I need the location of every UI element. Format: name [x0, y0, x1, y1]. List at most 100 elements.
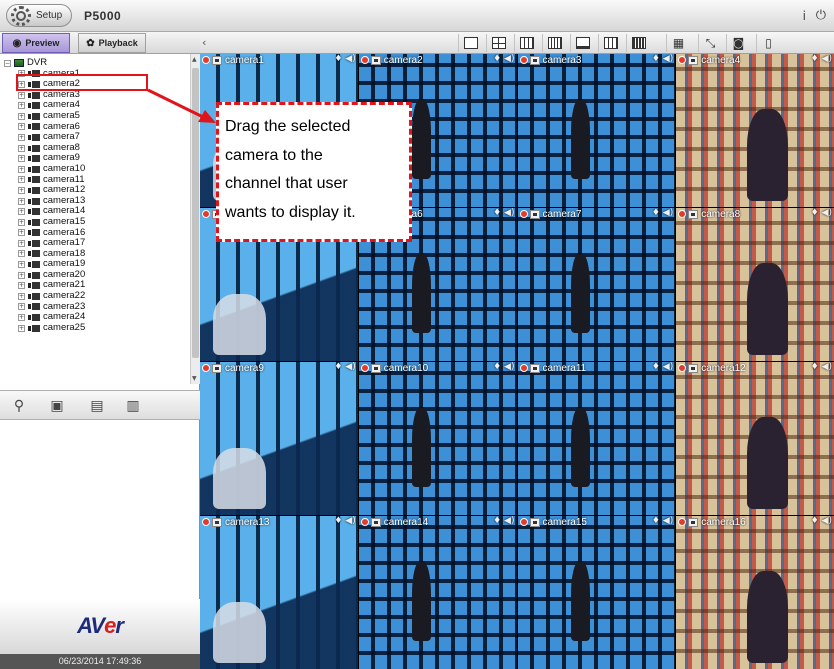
video-channel[interactable]: camera14 ♦ ◀): [358, 516, 517, 669]
audio-mic-icon[interactable]: ♦ ◀): [493, 54, 514, 64]
tree-item-camera3[interactable]: + camera3: [0, 89, 190, 101]
expand-icon[interactable]: +: [18, 186, 25, 194]
audio-mic-icon[interactable]: ♦ ◀): [652, 208, 673, 218]
fullscreen-button[interactable]: ⤡: [698, 34, 722, 52]
scroll-up-icon[interactable]: ▲: [192, 56, 197, 63]
audio-mic-icon[interactable]: ♦ ◀): [811, 208, 832, 218]
full-grid-button[interactable]: [626, 34, 650, 52]
expand-icon[interactable]: +: [18, 102, 25, 110]
expand-icon[interactable]: +: [18, 239, 25, 247]
scroll-thumb[interactable]: [192, 68, 199, 358]
tree-item-camera22[interactable]: + camera22: [0, 290, 190, 302]
scroll-down-icon[interactable]: ▼: [192, 375, 197, 382]
tree-item-camera25[interactable]: + camera25: [0, 322, 190, 334]
video-channel[interactable]: camera13 ♦ ◀): [200, 516, 358, 669]
expand-icon[interactable]: +: [18, 208, 25, 216]
tree-item-camera8[interactable]: + camera8: [0, 142, 190, 154]
ptz-button[interactable]: ⚲: [8, 395, 30, 417]
expand-icon[interactable]: +: [18, 261, 25, 269]
audio-mic-icon[interactable]: ♦ ◀): [334, 54, 355, 64]
sequence-button[interactable]: ▦: [666, 34, 690, 52]
expand-icon[interactable]: +: [18, 271, 25, 279]
tree-item-camera20[interactable]: + camera20: [0, 269, 190, 281]
tree-item-camera18[interactable]: + camera18: [0, 248, 190, 260]
expand-icon[interactable]: +: [18, 165, 25, 173]
tree-item-camera11[interactable]: + camera11: [0, 174, 190, 186]
tree-item-camera12[interactable]: + camera12: [0, 185, 190, 196]
snapshot-button[interactable]: ◙: [726, 34, 750, 52]
sixteen-layout-button[interactable]: [542, 34, 566, 52]
audio-mic-icon[interactable]: ♦ ◀): [493, 208, 514, 218]
tree-item-camera9[interactable]: + camera9: [0, 153, 190, 164]
video-channel[interactable]: camera4 ♦ ◀): [676, 54, 834, 207]
info-icon[interactable]: ⅰ: [803, 9, 806, 23]
setup-button[interactable]: Setup: [6, 4, 72, 27]
power-icon[interactable]: ⏻: [816, 8, 826, 23]
tree-item-camera14[interactable]: + camera14: [0, 206, 190, 217]
tree-item-camera13[interactable]: + camera13: [0, 195, 190, 207]
tree-item-camera21[interactable]: + camera21: [0, 280, 190, 291]
tree-item-camera5[interactable]: + camera5: [0, 110, 190, 122]
expand-icon[interactable]: +: [18, 176, 25, 184]
tab-playback[interactable]: ✿ Playback: [78, 33, 146, 53]
tree-item-camera19[interactable]: + camera19: [0, 259, 190, 270]
expand-icon[interactable]: +: [18, 282, 25, 290]
layout-13-button[interactable]: [598, 34, 622, 52]
video-channel[interactable]: camera8 ♦ ◀): [676, 208, 834, 361]
recycle-button[interactable]: ▯: [756, 34, 780, 52]
tree-root-dvr[interactable]: − DVR: [0, 57, 190, 69]
video-channel[interactable]: camera11 ♦ ◀): [517, 362, 676, 515]
video-channel[interactable]: camera9 ♦ ◀): [200, 362, 358, 515]
event-log-button[interactable]: ▥: [122, 395, 144, 417]
device-list-button[interactable]: ▤: [86, 395, 108, 417]
audio-mic-icon[interactable]: ♦ ◀): [493, 516, 514, 526]
tree-item-camera15[interactable]: + camera15: [0, 216, 190, 228]
video-channel[interactable]: camera15 ♦ ◀): [517, 516, 676, 669]
tree-item-camera24[interactable]: + camera24: [0, 312, 190, 323]
tree-scrollbar[interactable]: ▲ ▼: [190, 54, 200, 384]
camera-settings-button[interactable]: ▣: [46, 395, 68, 417]
expand-icon[interactable]: +: [18, 112, 25, 120]
expand-icon[interactable]: +: [18, 91, 25, 99]
video-channel[interactable]: camera12 ♦ ◀): [676, 362, 834, 515]
expand-icon[interactable]: +: [18, 292, 25, 300]
audio-mic-icon[interactable]: ♦ ◀): [334, 362, 355, 372]
expand-icon[interactable]: +: [18, 133, 25, 141]
audio-mic-icon[interactable]: ♦ ◀): [652, 362, 673, 372]
video-channel[interactable]: camera10 ♦ ◀): [358, 362, 517, 515]
video-channel[interactable]: camera7 ♦ ◀): [517, 208, 676, 361]
nine-layout-button[interactable]: [514, 34, 538, 52]
audio-mic-icon[interactable]: ♦ ◀): [334, 516, 355, 526]
expand-icon[interactable]: +: [18, 144, 25, 152]
expand-icon[interactable]: +: [18, 155, 25, 163]
expand-icon[interactable]: +: [18, 250, 25, 258]
video-channel[interactable]: camera16 ♦ ◀): [676, 516, 834, 669]
tree-item-camera7[interactable]: + camera7: [0, 132, 190, 143]
tree-item-camera17[interactable]: + camera17: [0, 237, 190, 249]
audio-mic-icon[interactable]: ♦ ◀): [652, 516, 673, 526]
quad-layout-button[interactable]: [486, 34, 510, 52]
expand-icon[interactable]: +: [18, 197, 25, 205]
expand-icon[interactable]: +: [18, 218, 25, 226]
tree-item-camera16[interactable]: + camera16: [0, 227, 190, 239]
tree-item-camera4[interactable]: + camera4: [0, 100, 190, 111]
audio-mic-icon[interactable]: ♦ ◀): [493, 362, 514, 372]
audio-mic-icon[interactable]: ♦ ◀): [652, 54, 673, 64]
collapse-panel-icon[interactable]: ‹: [202, 36, 206, 49]
expand-icon[interactable]: +: [18, 324, 25, 332]
device-tree[interactable]: − DVR + camera1 + camera2 + camera3 + camera4 + c…: [0, 54, 190, 384]
single-layout-button[interactable]: [458, 34, 482, 52]
tree-item-camera23[interactable]: + camera23: [0, 301, 190, 313]
expand-icon[interactable]: +: [18, 123, 25, 131]
audio-mic-icon[interactable]: ♦ ◀): [811, 516, 832, 526]
audio-mic-icon[interactable]: ♦ ◀): [811, 362, 832, 372]
expand-icon[interactable]: +: [18, 303, 25, 311]
tree-item-camera6[interactable]: + camera6: [0, 121, 190, 133]
audio-mic-icon[interactable]: ♦ ◀): [811, 54, 832, 64]
tab-preview[interactable]: ◉ Preview: [2, 33, 70, 53]
expand-icon[interactable]: +: [18, 314, 25, 322]
tree-item-camera10[interactable]: + camera10: [0, 163, 190, 175]
expand-icon[interactable]: +: [18, 229, 25, 237]
pip-layout-button[interactable]: [570, 34, 594, 52]
collapse-icon[interactable]: −: [4, 59, 11, 67]
